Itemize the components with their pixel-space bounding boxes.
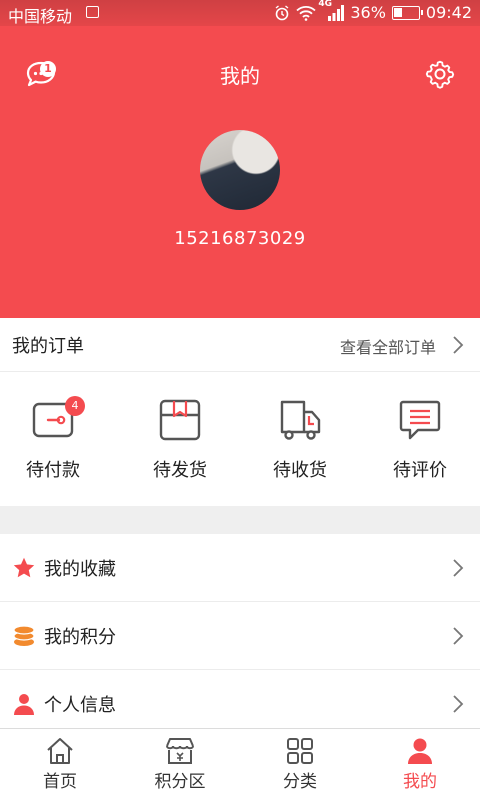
user-icon [408,738,432,764]
orders-section: 我的订单 查看全部订单 4 待付款 待发货 待收货 待评价 [0,318,480,506]
pending-payment-count-badge: 4 [65,396,85,416]
tab-mine[interactable]: 我的 [360,729,480,800]
profile-header: 中国移动 4G 36% 09:42 1 我的 15216873029 [0,0,480,318]
wifi-icon [296,5,316,21]
tab-home[interactable]: 首页 [0,729,120,800]
shop-icon [166,738,194,764]
order-label: 待发货 [153,460,207,481]
page-title: 我的 [220,64,260,88]
star-icon [13,557,35,578]
order-label: 待评价 [393,460,447,481]
order-pending-shipment[interactable]: 待发货 [130,398,230,488]
orders-header-row[interactable]: 我的订单 查看全部订单 [0,318,480,372]
phone-number: 15216873029 [174,228,306,249]
settings-gear-icon[interactable] [424,58,456,90]
chevron-right-icon [453,627,464,645]
view-all-orders-link[interactable]: 查看全部订单 [340,334,436,358]
comment-icon [399,400,441,440]
clock: 09:42 [425,3,472,22]
truck-icon [280,400,321,440]
grid-icon [287,738,313,764]
menu-list: 我的收藏 我的积分 个人信息 [0,534,480,738]
bottom-tab-bar: 首页 积分区 分类 我的 [0,728,480,800]
chevron-right-icon [453,695,464,713]
orders-title: 我的订单 [12,336,84,357]
chevron-right-icon [453,336,464,354]
order-pending-receipt[interactable]: 待收货 [250,398,350,488]
battery-percent: 36% [350,3,386,22]
order-label: 待付款 [26,460,80,481]
avatar[interactable] [200,130,280,210]
coins-icon [13,625,35,646]
order-pending-payment[interactable]: 4 待付款 [3,396,103,488]
signal-icon: 4G [318,0,345,22]
carrier-label: 中国移动 [8,7,73,26]
order-label: 待收货 [273,460,327,481]
menu-item-favorites[interactable]: 我的收藏 [0,534,480,602]
status-bar: 中国移动 4G 36% 09:42 [0,0,480,26]
box-icon [159,399,201,441]
person-icon [14,694,34,715]
battery-icon [391,5,423,20]
tab-label: 积分区 [154,772,206,792]
menu-item-label: 我的收藏 [44,559,116,580]
image-notification-icon [86,6,99,18]
order-pending-review[interactable]: 待评价 [370,398,470,488]
tab-label: 我的 [403,772,437,792]
menu-item-label: 个人信息 [44,695,116,716]
tab-points-zone[interactable]: 积分区 [120,729,240,800]
menu-item-label: 我的积分 [44,627,116,648]
tab-categories[interactable]: 分类 [240,729,360,800]
chevron-right-icon [453,559,464,577]
home-icon [47,738,73,764]
tab-label: 首页 [43,772,77,792]
tab-label: 分类 [283,772,317,792]
alarm-icon [275,4,289,20]
menu-item-points[interactable]: 我的积分 [0,602,480,670]
